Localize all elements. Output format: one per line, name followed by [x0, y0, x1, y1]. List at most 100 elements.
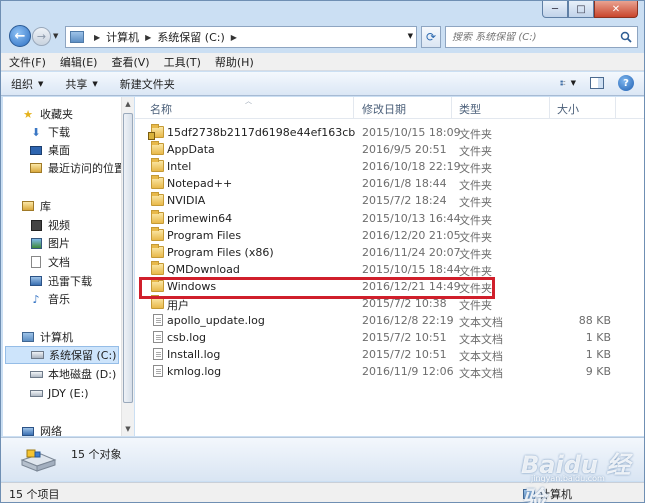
file-row[interactable]: primewin64 2015/10/13 16:44 文件夹 [135, 209, 644, 227]
search-input[interactable] [452, 31, 612, 43]
folder-icon [151, 260, 164, 275]
column-date[interactable]: 修改日期 [362, 101, 406, 117]
nav-pictures[interactable]: 图片 [29, 234, 70, 252]
address-dropdown-icon[interactable]: ▼ [408, 32, 413, 40]
menu-help[interactable]: 帮助(H) [215, 54, 254, 70]
share-button[interactable]: 共享 ▼ [65, 76, 97, 92]
maximize-button[interactable]: □ [568, 1, 594, 18]
nav-label: 最近访问的位置 [48, 162, 121, 175]
file-row[interactable]: kmlog.log 2016/11/9 12:06 文本文档 9 KB [135, 363, 644, 380]
file-row[interactable]: Windows 2016/12/21 14:49 文件夹 [135, 277, 644, 295]
column-divider[interactable] [615, 97, 616, 119]
menu-edit[interactable]: 编辑(E) [60, 54, 98, 70]
file-row[interactable]: NVIDIA 2015/7/2 18:24 文件夹 [135, 192, 644, 209]
status-item-count: 15 个项目 [9, 488, 60, 501]
file-row[interactable]: Install.log 2015/7/2 10:51 文本文档 1 KB [135, 346, 644, 363]
nav-drive-d[interactable]: 本地磁盘 (D:) [29, 365, 116, 383]
file-date: 2015/7/2 10:38 [362, 297, 447, 310]
network-icon [21, 425, 35, 437]
nav-downloads[interactable]: ⬇ 下载 [29, 123, 70, 141]
breadcrumb-computer[interactable]: 计算机 [106, 29, 139, 45]
file-type: 文件夹 [459, 179, 492, 193]
minimize-button[interactable]: ─ [542, 1, 568, 18]
file-row[interactable]: Notepad++ 2016/1/8 18:44 文件夹 [135, 175, 644, 192]
nav-thunder-downloads[interactable]: 迅雷下载 [29, 272, 92, 290]
nav-network[interactable]: 网络 [21, 422, 62, 436]
folder-icon [151, 243, 164, 258]
back-arrow-icon: ← [14, 28, 26, 44]
change-view-button[interactable]: ▼ [560, 76, 576, 90]
star-icon: ★ [23, 107, 33, 121]
file-name: Install.log [167, 348, 221, 362]
nav-label: 迅雷下载 [48, 275, 92, 288]
nav-drive-e[interactable]: JDY (E:) [29, 384, 89, 402]
column-size[interactable]: 大小 [557, 101, 579, 117]
file-row[interactable]: Intel 2016/10/18 22:19 文件夹 [135, 158, 644, 175]
chevron-right-icon[interactable]: ▶ [94, 33, 100, 42]
desktop-icon [29, 144, 43, 157]
scroll-up-icon[interactable]: ▲ [122, 97, 134, 111]
new-folder-button[interactable]: 新建文件夹 [120, 76, 175, 92]
file-row[interactable]: csb.log 2015/7/2 10:51 文本文档 1 KB [135, 329, 644, 346]
nav-recent-places[interactable]: 最近访问的位置 [29, 159, 121, 177]
navigation-scrollbar[interactable]: ▲ ▼ [121, 97, 134, 436]
refresh-button[interactable]: ⟳ [421, 26, 441, 48]
nav-music[interactable]: ♪ 音乐 [29, 290, 70, 308]
file-row[interactable]: 15df2738b2117d6198e44ef163cb 2015/10/15 1… [135, 124, 644, 141]
nav-favorites[interactable]: ★ 收藏夹 [21, 105, 73, 123]
column-headers: ︿ 名称 修改日期 类型 大小 [135, 97, 644, 119]
file-row[interactable]: Program Files 2016/12/20 21:05 文件夹 [135, 226, 644, 244]
recent-pages-dropdown-icon[interactable]: ▼ [53, 32, 58, 40]
file-row[interactable]: 用户 2015/7/2 10:38 文件夹 [135, 295, 644, 312]
organize-button[interactable]: 组织 ▼ [11, 76, 43, 92]
dropdown-arrow-icon[interactable]: ▼ [571, 79, 576, 87]
file-name: Program Files [167, 228, 242, 242]
column-divider[interactable] [549, 97, 550, 119]
help-icon[interactable]: ? [618, 75, 634, 91]
column-divider[interactable] [353, 97, 354, 119]
scroll-down-icon[interactable]: ▼ [122, 422, 134, 436]
column-type[interactable]: 类型 [459, 101, 481, 117]
navigation-pane: ★ 收藏夹 ⬇ 下载 桌面 最近访问的位置 库 视频 图片 文档 迅雷下载 ♪ … [3, 97, 121, 436]
chevron-right-icon[interactable]: ▶ [231, 33, 237, 42]
file-type: 文本文档 [459, 333, 503, 347]
computer-icon [70, 31, 84, 43]
nav-documents[interactable]: 文档 [29, 253, 70, 271]
column-divider[interactable] [451, 97, 452, 119]
file-name: Windows [167, 279, 217, 293]
preview-pane-icon[interactable] [590, 77, 604, 89]
menu-tools[interactable]: 工具(T) [164, 54, 201, 70]
file-type: 文件夹 [459, 145, 492, 159]
menu-file[interactable]: 文件(F) [9, 54, 46, 70]
nav-drive-c[interactable]: 系统保留 (C:) [5, 346, 119, 364]
file-date: 2015/10/15 18:44 [362, 262, 461, 276]
file-type: 文件夹 [459, 162, 492, 176]
file-date: 2015/10/13 16:44 [362, 211, 461, 225]
document-icon [153, 314, 163, 327]
nav-computer[interactable]: 计算机 [21, 328, 73, 346]
nav-libraries[interactable]: 库 [21, 197, 51, 215]
file-row[interactable]: AppData 2016/9/5 20:51 文件夹 [135, 141, 644, 158]
scrollbar-thumb[interactable] [123, 113, 133, 403]
search-icon[interactable] [620, 31, 632, 43]
nav-desktop[interactable]: 桌面 [29, 141, 70, 159]
close-button[interactable]: ✕ [594, 1, 638, 18]
breadcrumb-drive-c[interactable]: 系统保留 (C:) [157, 29, 224, 45]
back-button[interactable]: ← [9, 25, 31, 47]
search-box[interactable] [445, 26, 638, 48]
menu-view[interactable]: 查看(V) [111, 54, 149, 70]
file-row[interactable]: apollo_update.log 2016/12/8 22:19 文本文档 88 K… [135, 312, 644, 329]
forward-button[interactable]: → [32, 27, 51, 46]
folder-icon [151, 141, 164, 156]
file-date: 2015/7/2 10:51 [362, 331, 447, 345]
column-name[interactable]: 名称 [150, 101, 172, 117]
document-library-icon [29, 256, 43, 269]
chevron-right-icon[interactable]: ▶ [145, 33, 151, 42]
refresh-icon: ⟳ [425, 30, 437, 44]
folder-icon [151, 209, 164, 224]
address-bar[interactable]: ▶ 计算机 ▶ 系统保留 (C:) ▶ ▼ [65, 26, 417, 48]
file-row[interactable]: QMDownload 2015/10/15 18:44 文件夹 [135, 260, 644, 278]
file-date: 2015/7/2 18:24 [362, 194, 447, 208]
nav-videos[interactable]: 视频 [29, 216, 70, 234]
file-row[interactable]: Program Files (x86) 2016/11/24 20:07 文件夹 [135, 243, 644, 261]
